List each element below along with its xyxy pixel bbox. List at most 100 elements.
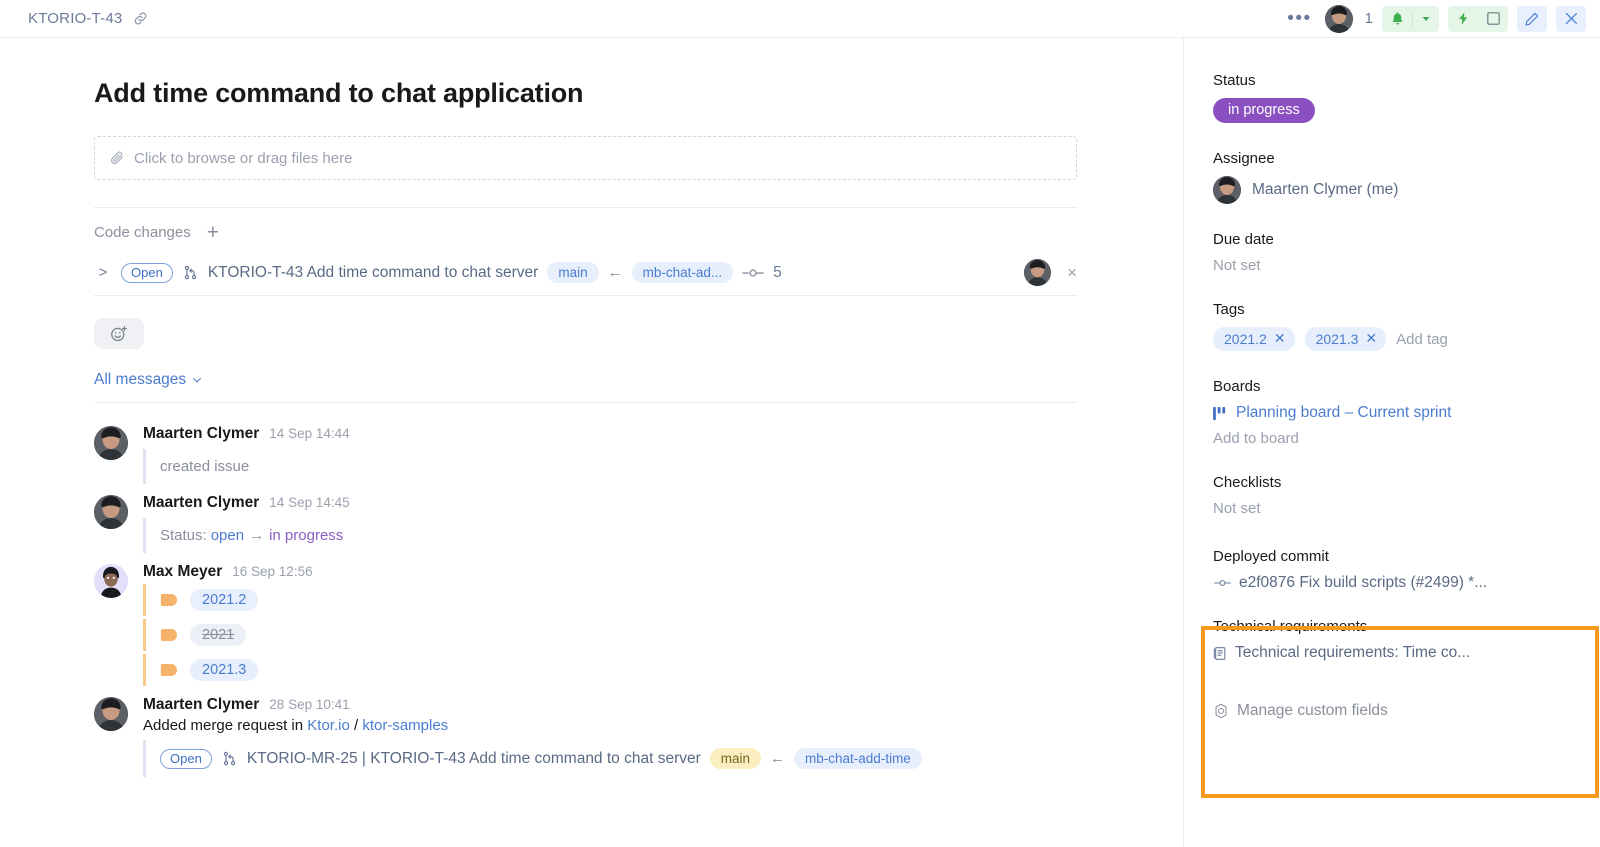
commit-count: 5	[773, 263, 782, 281]
avatar[interactable]	[94, 697, 128, 731]
tag-chip[interactable]: 2021.3	[190, 659, 259, 681]
header-left: KTORIO-T-43	[28, 10, 149, 27]
path-separator: /	[353, 717, 359, 734]
document-icon	[1213, 646, 1228, 661]
avatar	[1213, 176, 1241, 204]
message-item: Maarten Clymer 14 Sep 14:44 created issu…	[94, 417, 1077, 486]
message-author[interactable]: Maarten Clymer	[143, 425, 259, 443]
technical-requirements-text: Technical requirements: Time co...	[1235, 644, 1471, 661]
mr-title[interactable]: KTORIO-T-43 Add time command to chat ser…	[208, 264, 539, 282]
board-icon	[1213, 406, 1228, 420]
issue-id[interactable]: KTORIO-T-43	[28, 10, 122, 27]
add-reaction-button[interactable]	[94, 318, 144, 349]
tag-pill[interactable]: 2021.2 ✕	[1213, 327, 1295, 351]
add-to-board-button[interactable]: Add to board	[1213, 430, 1580, 447]
remove-tag-icon[interactable]: ✕	[1365, 330, 1377, 347]
message-timestamp: 16 Sep 12:56	[232, 564, 313, 579]
commit-icon	[1213, 577, 1232, 589]
main-column: Add time command to chat application Cli…	[0, 38, 1183, 847]
board-row[interactable]: Planning board – Current sprint	[1213, 404, 1580, 422]
message-author[interactable]: Max Meyer	[143, 563, 222, 581]
field-boards: Boards Planning board – Current sprint A…	[1184, 378, 1600, 447]
issue-detail-page: KTORIO-T-43 ••• 1 Add time command to ch…	[0, 0, 1600, 847]
manage-custom-fields-button[interactable]: Manage custom fields	[1184, 702, 1600, 720]
bell-icon[interactable]	[1382, 5, 1412, 32]
manage-custom-fields-label: Manage custom fields	[1237, 702, 1388, 719]
pencil-icon[interactable]	[1517, 5, 1547, 32]
repository-link[interactable]: ktor-samples	[362, 717, 448, 734]
mr-target-branch-chip[interactable]: main	[547, 262, 599, 283]
project-link[interactable]: Ktor.io	[307, 717, 350, 734]
square-icon[interactable]	[1478, 6, 1508, 32]
status-from: open	[210, 527, 245, 544]
message-tag-event: 2021	[143, 619, 1077, 651]
mr-author-avatar[interactable]	[1024, 259, 1052, 286]
merge-request-row: > Open KTORIO-T-43 Add time command to c…	[94, 251, 1077, 295]
avatar[interactable]	[94, 426, 128, 460]
status-arrow-icon: →	[249, 527, 265, 544]
deployed-commit-text: e2f0876 Fix build scripts (#2499) *...	[1239, 574, 1488, 591]
add-code-change-button[interactable]: +	[207, 222, 219, 243]
message-subtitle: Added merge request in Ktor.io / ktor-sa…	[143, 717, 1077, 734]
message-event-text: created issue	[143, 449, 1077, 484]
message-author[interactable]: Maarten Clymer	[143, 494, 259, 512]
close-icon[interactable]	[1556, 5, 1586, 32]
message-author[interactable]: Maarten Clymer	[143, 696, 259, 714]
board-name[interactable]: Planning board – Current sprint	[1236, 404, 1451, 422]
technical-requirements-value[interactable]: Technical requirements: Time co...	[1213, 644, 1580, 662]
due-date-value[interactable]: Not set	[1213, 257, 1580, 274]
field-assignee: Assignee Maarten Clymer (me)	[1184, 150, 1600, 204]
assignee-row[interactable]: Maarten Clymer (me)	[1213, 176, 1580, 204]
checklists-value[interactable]: Not set	[1213, 500, 1580, 517]
assignee-label: Assignee	[1213, 150, 1275, 167]
message-header: Maarten Clymer 28 Sep 10:41	[143, 696, 1077, 714]
avatar[interactable]	[1324, 4, 1353, 33]
file-dropzone[interactable]: Click to browse or drag files here	[94, 136, 1077, 180]
header-right: ••• 1	[1283, 4, 1586, 33]
assignee-name[interactable]: Maarten Clymer (me)	[1252, 181, 1398, 199]
tag-label: 2021.2	[1224, 330, 1267, 347]
remove-tag-icon[interactable]: ✕	[1274, 330, 1286, 347]
expand-chevron-icon[interactable]: >	[94, 264, 112, 281]
mr-source-branch-chip[interactable]: mb-chat-ad...	[631, 262, 734, 283]
link-icon[interactable]	[132, 10, 149, 27]
more-options-icon[interactable]: •••	[1283, 9, 1315, 28]
gear-icon	[1213, 703, 1229, 719]
remove-merge-request-icon[interactable]: ×	[1067, 264, 1077, 281]
mr-title[interactable]: KTORIO-MR-25 | KTORIO-T-43 Add time comm…	[247, 750, 701, 768]
lightning-icon[interactable]	[1448, 5, 1478, 32]
message-list: Maarten Clymer 14 Sep 14:44 created issu…	[94, 403, 1077, 779]
message-timestamp: 14 Sep 14:45	[269, 495, 350, 510]
message-header: Maarten Clymer 14 Sep 14:44	[143, 425, 1077, 443]
avatar[interactable]	[94, 495, 128, 529]
tag-chip-removed[interactable]: 2021	[190, 624, 247, 646]
actions-group	[1448, 5, 1508, 32]
code-changes-section: Code changes + > Open KTORIO-T-43 Add ti…	[94, 207, 1077, 296]
message-merge-request-row: Open KTORIO-MR-25 | KTORIO-T-43 Add time…	[143, 740, 1077, 777]
tag-chip[interactable]: 2021.2	[190, 589, 259, 611]
message-tag-event: 2021.2	[143, 584, 1077, 616]
avatar[interactable]	[94, 564, 128, 598]
tag-pill[interactable]: 2021.3 ✕	[1304, 327, 1387, 351]
messages-filter-dropdown[interactable]: All messages	[94, 371, 203, 402]
deployed-commit-value[interactable]: e2f0876 Fix build scripts (#2499) *...	[1213, 574, 1580, 592]
add-tag-button[interactable]: Add tag	[1396, 331, 1448, 348]
paperclip-icon	[109, 150, 125, 166]
field-tags: Tags 2021.2 ✕ 2021.3 ✕ Add tag	[1184, 301, 1600, 351]
mr-row-right: ×	[1024, 259, 1077, 286]
details-sidebar: Status in progress Assignee Maarten Clym…	[1183, 38, 1600, 847]
mr-source-branch-chip[interactable]: mb-chat-add-time	[794, 748, 922, 769]
message-timestamp: 14 Sep 14:44	[269, 426, 350, 441]
notifications-group	[1382, 5, 1439, 32]
field-checklists: Checklists Not set	[1184, 474, 1600, 517]
status-badge[interactable]: in progress	[1213, 98, 1315, 123]
chevron-down-icon[interactable]	[1413, 5, 1439, 32]
page-title: Add time command to chat application	[94, 78, 584, 108]
mr-target-branch-chip[interactable]: main	[709, 748, 762, 769]
